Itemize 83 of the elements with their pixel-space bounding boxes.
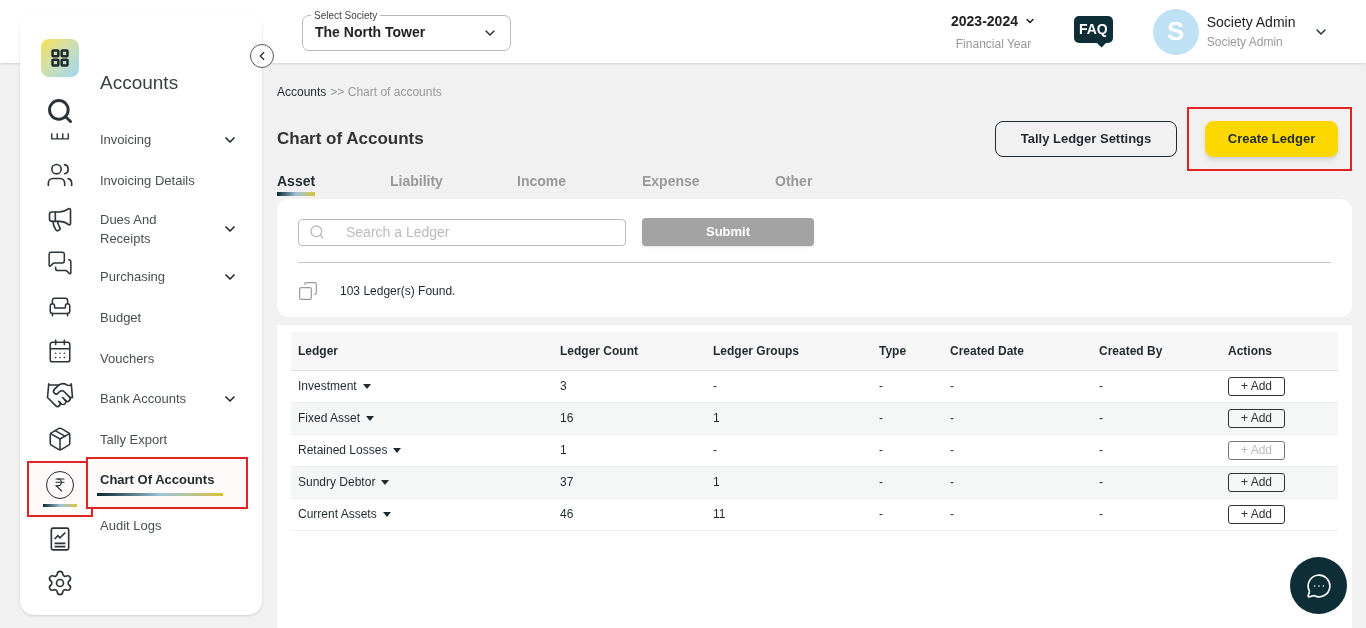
- chat-icon[interactable]: [47, 250, 73, 276]
- breadcrumb-link[interactable]: Accounts: [277, 83, 327, 101]
- menu-item[interactable]: Invoicing: [86, 119, 248, 161]
- table-cell: -: [872, 370, 943, 402]
- page-title: Chart of Accounts: [277, 128, 424, 151]
- menu-item[interactable]: Dues And Receipts: [86, 200, 248, 257]
- table-cell: -: [1092, 466, 1221, 498]
- column-header: Created By: [1092, 332, 1221, 370]
- create-button[interactable]: Create Ledger: [1205, 121, 1338, 157]
- menu-item[interactable]: Bank Accounts: [86, 378, 248, 420]
- copy-icon[interactable]: [298, 281, 318, 301]
- rail-item[interactable]: [27, 461, 93, 517]
- caret-icon: [362, 383, 371, 389]
- caret-icon: [381, 479, 390, 485]
- table-cell: -: [872, 466, 943, 498]
- table-cell: -: [706, 370, 872, 402]
- menu-item[interactable]: Vouchers: [86, 337, 248, 379]
- table-cell: -: [1092, 434, 1221, 466]
- ledger-toggle[interactable]: Current Assets: [298, 505, 391, 523]
- ledger-toggle[interactable]: Sundry Debtor: [298, 473, 390, 491]
- ledger-toggle[interactable]: Fixed Asset: [298, 409, 375, 427]
- table-cell: -: [1092, 498, 1221, 530]
- settings-icon[interactable]: [46, 569, 74, 597]
- caret-icon: [366, 415, 375, 421]
- search-icon: [309, 223, 325, 240]
- box-icon[interactable]: [47, 426, 73, 452]
- settings-button[interactable]: Tally Ledger Settings: [995, 121, 1177, 157]
- user-name: Society Admin: [1206, 13, 1296, 32]
- year-select[interactable]: 2023-2024: [951, 10, 1036, 32]
- menu-item[interactable]: Purchasing: [86, 256, 248, 298]
- table-cell: -: [706, 434, 872, 466]
- handshake-icon[interactable]: [45, 380, 75, 410]
- add-button[interactable]: + Add: [1228, 376, 1285, 396]
- table-cell: -: [943, 498, 1092, 530]
- active-indicator: [43, 504, 77, 507]
- column-header: Actions: [1221, 332, 1338, 370]
- logo-icon[interactable]: [41, 39, 79, 77]
- collapse-button[interactable]: [250, 44, 274, 68]
- table-cell: 1: [706, 402, 872, 434]
- caret-icon: [393, 447, 402, 453]
- column-header: Created Date: [943, 332, 1092, 370]
- table-cell: -: [872, 498, 943, 530]
- table-cell: -: [943, 466, 1092, 498]
- table-cell: -: [943, 402, 1092, 434]
- tab[interactable]: Asset: [277, 169, 316, 196]
- people-icon[interactable]: [46, 161, 74, 189]
- table-cell: 46: [553, 498, 706, 530]
- table-cell: -: [1092, 402, 1221, 434]
- table-cell: -: [872, 402, 943, 434]
- table-cell: -: [872, 434, 943, 466]
- menu-item[interactable]: Chart Of Accounts: [86, 456, 248, 509]
- table-cell: -: [943, 370, 1092, 402]
- table-cell: 11: [706, 498, 872, 530]
- column-header: Ledger Count: [553, 332, 706, 370]
- column-header: Type: [872, 332, 943, 370]
- add-button[interactable]: + Add: [1228, 408, 1285, 428]
- add-button[interactable]: + Add: [1228, 472, 1285, 492]
- column-header: Ledger: [291, 332, 553, 370]
- search-icon[interactable]: [46, 97, 74, 125]
- result-count: 103 Ledger(s) Found.: [340, 283, 456, 300]
- clipped-icon[interactable]: [49, 133, 71, 141]
- table-cell: 3: [553, 370, 706, 402]
- menu-item[interactable]: Budget: [86, 297, 248, 338]
- table-cell: -: [1092, 370, 1221, 402]
- megaphone-icon[interactable]: [46, 205, 74, 233]
- menu-title: Accounts: [100, 71, 180, 95]
- year-caption: Financial Year: [955, 35, 1032, 53]
- caret-icon: [382, 511, 391, 517]
- column-header: Ledger Groups: [706, 332, 872, 370]
- breadcrumb-current: >> Chart of accounts: [330, 84, 442, 101]
- table-cell: 16: [553, 402, 706, 434]
- table-cell: 1: [706, 466, 872, 498]
- add-button[interactable]: + Add: [1228, 504, 1285, 524]
- user-role: Society Admin: [1206, 34, 1284, 51]
- calendar-icon[interactable]: [47, 338, 73, 364]
- select-value: The North Tower: [315, 23, 426, 42]
- table-cell: 37: [553, 466, 706, 498]
- search-field[interactable]: Search a Ledger: [298, 218, 626, 246]
- chat-icon: [1305, 572, 1332, 599]
- table-cell: -: [943, 434, 1092, 466]
- ledger-toggle[interactable]: Investment: [298, 377, 371, 395]
- menu-item[interactable]: Invoicing Details: [86, 160, 248, 201]
- table-cell: 1: [553, 434, 706, 466]
